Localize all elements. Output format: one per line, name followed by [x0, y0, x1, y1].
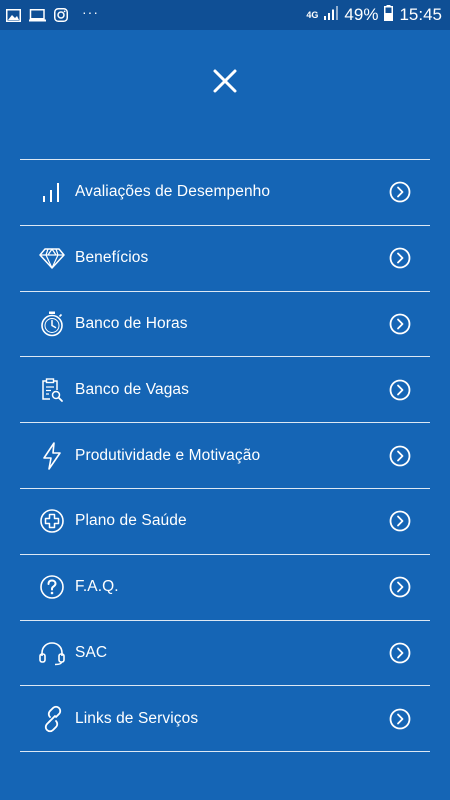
- close-icon: [213, 69, 237, 93]
- menu-item-banco-de-vagas[interactable]: Banco de Vagas: [20, 357, 430, 424]
- chevron-right-icon: [389, 576, 411, 598]
- menu-item-label: Benefícios: [75, 249, 149, 267]
- menu-item-sac[interactable]: SAC: [20, 621, 430, 687]
- instagram-icon: [54, 8, 68, 22]
- clock: 15:45: [399, 5, 442, 24]
- menu-item-plano-de-saude[interactable]: Plano de Saúde: [20, 489, 430, 555]
- chevron-right-icon: [389, 642, 411, 664]
- menu-item-label: Links de Serviços: [75, 709, 199, 727]
- close-button[interactable]: [207, 63, 243, 99]
- gallery-icon: [6, 8, 21, 22]
- network-type: 4G: [306, 10, 319, 20]
- bar-chart-icon: [39, 179, 65, 205]
- menu-item-links-de-servicos[interactable]: Links de Serviços: [20, 686, 430, 753]
- status-bar-left: ···: [6, 4, 99, 23]
- question-icon: [39, 574, 65, 600]
- chevron-right-icon: [389, 510, 411, 532]
- menu-item-label: Banco de Horas: [75, 314, 188, 332]
- menu-item-faq[interactable]: F.A.Q.: [20, 555, 430, 621]
- menu-item-banco-de-horas[interactable]: Banco de Horas: [20, 292, 430, 358]
- menu-item-label: Produtividade e Motivação: [75, 446, 261, 464]
- stopwatch-icon: [39, 311, 65, 337]
- menu-item-label: Avaliações de Desempenho: [75, 183, 271, 201]
- more-notifications-icon: ···: [82, 4, 99, 20]
- main-menu: Avaliações de Desempenho Benefícios Banc…: [20, 159, 430, 753]
- menu-item-label: Banco de Vagas: [75, 380, 190, 398]
- status-bar: ··· 4G 49% 15:45: [0, 0, 450, 30]
- status-bar-right: 4G 49% 15:45: [306, 4, 442, 26]
- medical-cross-icon: [39, 508, 65, 534]
- chevron-right-icon: [389, 313, 411, 335]
- menu-item-avaliacoes[interactable]: Avaliações de Desempenho: [20, 160, 430, 226]
- battery-icon: [384, 4, 394, 26]
- chevron-right-icon: [389, 181, 411, 203]
- lightning-icon: [39, 441, 65, 470]
- headset-icon: [39, 640, 65, 666]
- menu-item-beneficios[interactable]: Benefícios: [20, 226, 430, 292]
- link-icon: [39, 705, 65, 732]
- signal-icon: [324, 5, 339, 25]
- menu-item-label: F.A.Q.: [75, 578, 119, 596]
- chevron-right-icon: [389, 247, 411, 269]
- diamond-icon: [39, 245, 65, 271]
- chevron-right-icon: [389, 445, 411, 467]
- battery-percent: 49%: [344, 5, 379, 24]
- menu-item-produtividade[interactable]: Produtividade e Motivação: [20, 423, 430, 489]
- menu-item-label: SAC: [75, 643, 108, 661]
- cast-icon: [29, 8, 46, 22]
- chevron-right-icon: [389, 379, 411, 401]
- chevron-right-icon: [389, 708, 411, 730]
- menu-item-label: Plano de Saúde: [75, 512, 187, 530]
- clipboard-search-icon: [39, 377, 65, 403]
